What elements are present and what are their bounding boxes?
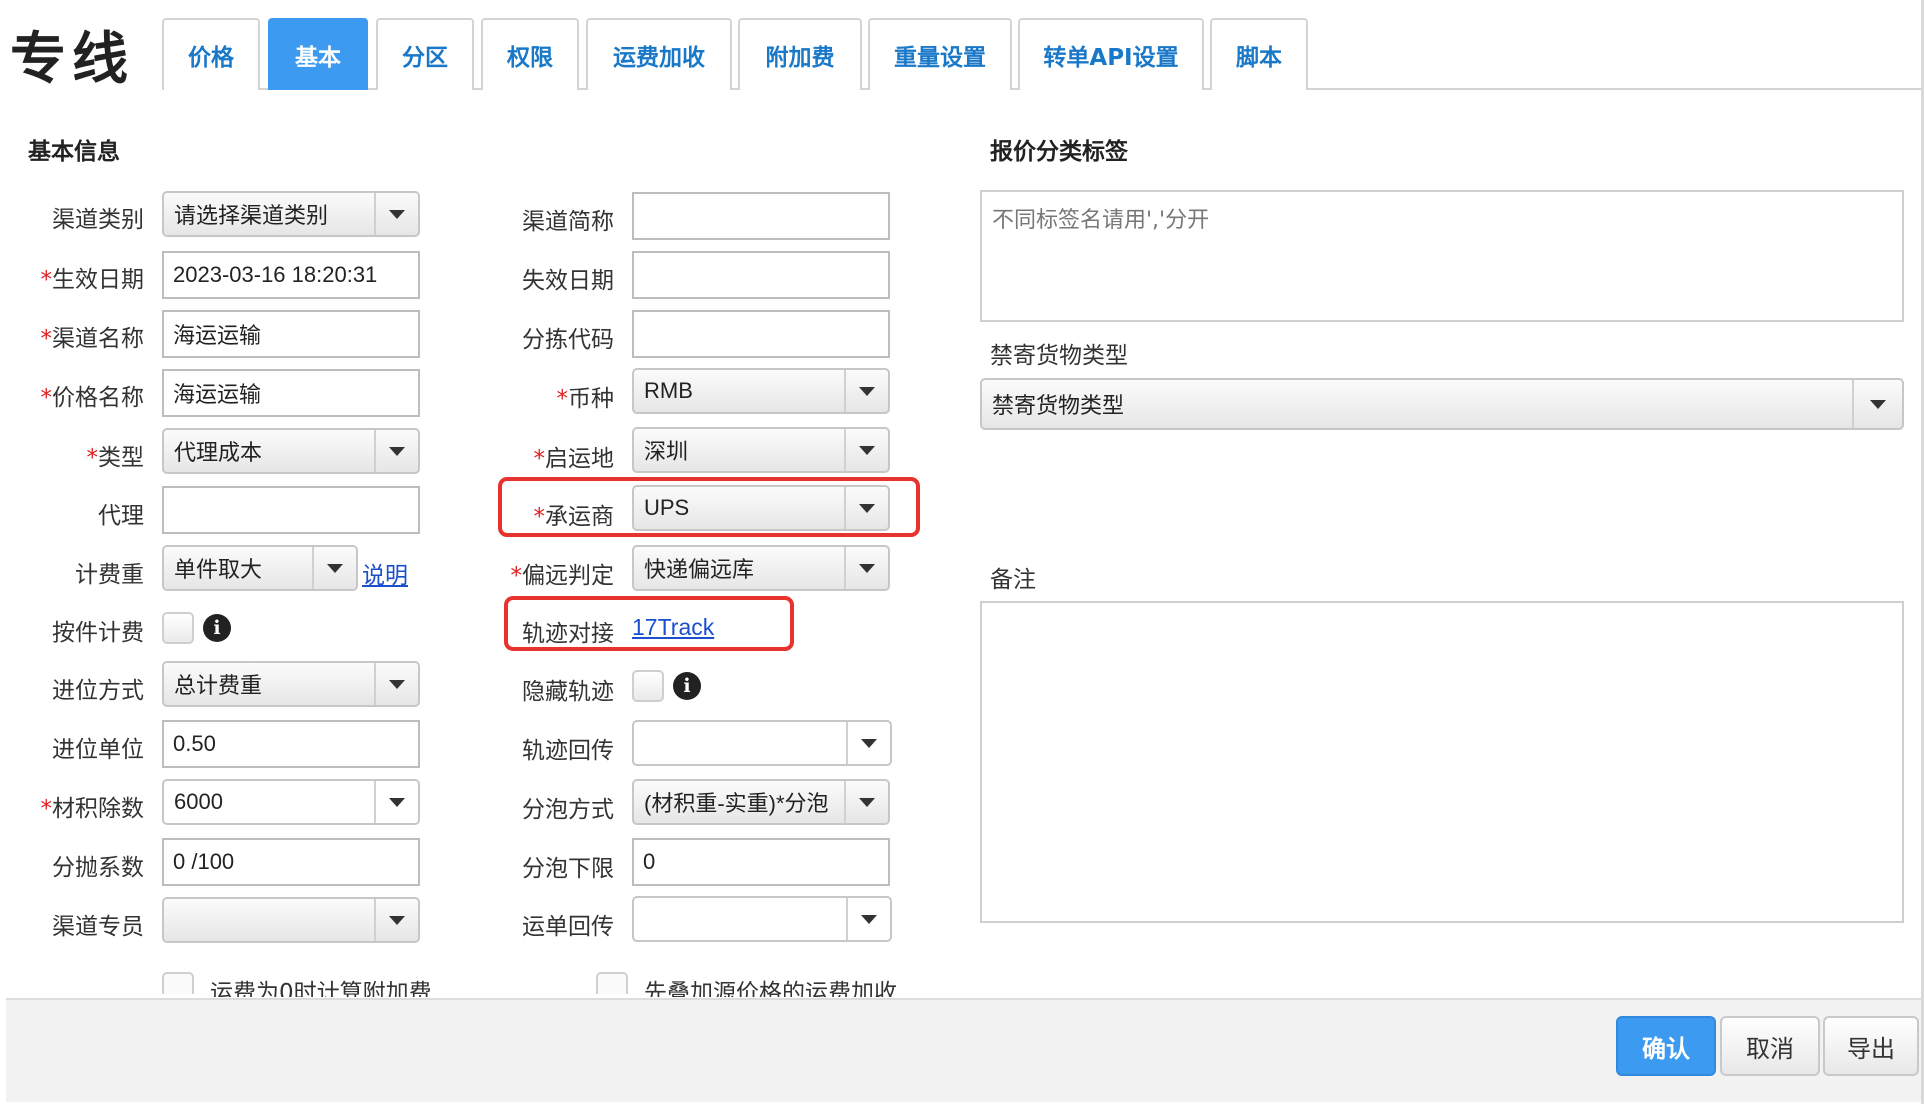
tab-additional-fee[interactable]: 附加费 xyxy=(738,18,862,90)
info-icon[interactable]: i xyxy=(673,672,701,700)
label-origin: *启运地 xyxy=(533,446,615,472)
agent-input[interactable] xyxy=(162,486,420,534)
zero-freight-checkbox[interactable] xyxy=(162,972,194,994)
chevron-down-icon xyxy=(374,430,418,472)
chevron-down-icon xyxy=(846,722,890,764)
remote-judge-select[interactable]: 快递偏远库 xyxy=(632,545,890,591)
tab-script[interactable]: 脚本 xyxy=(1210,18,1308,90)
chevron-down-icon xyxy=(374,663,418,705)
section-title-basic-info: 基本信息 xyxy=(28,139,120,165)
price-name-input[interactable]: 海运运输 xyxy=(162,369,420,417)
label-billing-weight: 计费重 xyxy=(75,562,144,588)
chevron-down-icon xyxy=(1852,380,1902,428)
cancel-button[interactable]: 取消 xyxy=(1720,1016,1820,1076)
label-tracking-return: 轨迹回传 xyxy=(522,738,614,764)
per-piece-checkbox[interactable] xyxy=(162,612,194,644)
label-remote-judge: *偏远判定 xyxy=(510,563,615,589)
chevron-down-icon xyxy=(844,370,888,412)
chevron-down-icon xyxy=(312,547,356,589)
label-price-name: *价格名称 xyxy=(40,385,145,411)
split-method-select[interactable]: (材积重-实重)*分泡 xyxy=(632,779,890,825)
tracking-link[interactable]: 17Track xyxy=(632,614,714,641)
stack-source-label: 先叠加源价格的运费加收 xyxy=(644,980,897,997)
label-type: *类型 xyxy=(86,445,145,471)
billing-weight-help-link[interactable]: 说明 xyxy=(362,556,408,590)
remark-title: 备注 xyxy=(990,567,1036,593)
split-factor-input[interactable]: 0 /100 xyxy=(162,838,420,886)
tab-price[interactable]: 价格 xyxy=(162,18,260,90)
chevron-down-icon xyxy=(844,547,888,589)
label-split-method: 分泡方式 xyxy=(522,797,614,823)
label-volume-divisor: *材积除数 xyxy=(40,796,145,822)
origin-select[interactable]: 深圳 xyxy=(632,427,890,473)
chevron-down-icon xyxy=(374,193,418,235)
tab-freight-surcharge[interactable]: 运费加收 xyxy=(586,18,732,90)
chevron-down-icon xyxy=(374,899,418,941)
volume-divisor-select[interactable]: 6000 xyxy=(162,779,420,825)
chevron-down-icon xyxy=(374,781,418,823)
page-title: 专线 xyxy=(10,26,134,92)
type-select[interactable]: 代理成本 xyxy=(162,428,420,474)
dialog-window: 专线 价格 基本 分区 权限 运费加收 附加费 重量设置 转单API设置 脚本 … xyxy=(0,0,1924,1104)
label-channel-short: 渠道简称 xyxy=(522,209,614,235)
channel-short-input[interactable] xyxy=(632,192,890,240)
billing-weight-select[interactable]: 单件取大 xyxy=(162,545,358,591)
tab-transfer-api[interactable]: 转单API设置 xyxy=(1018,18,1204,90)
rounding-unit-input[interactable]: 0.50 xyxy=(162,720,420,768)
chevron-down-icon xyxy=(844,781,888,823)
tab-zone[interactable]: 分区 xyxy=(376,18,474,90)
label-effective-date: *生效日期 xyxy=(40,267,145,293)
label-rounding-unit: 进位单位 xyxy=(52,737,144,763)
expire-date-input[interactable] xyxy=(632,251,890,299)
split-lower-input[interactable]: 0 xyxy=(632,838,890,886)
label-currency: *币种 xyxy=(556,386,615,412)
label-expire-date: 失效日期 xyxy=(522,268,614,294)
export-button[interactable]: 导出 xyxy=(1823,1016,1919,1076)
carrier-select[interactable]: UPS xyxy=(632,485,890,531)
tab-permission[interactable]: 权限 xyxy=(481,18,579,90)
remark-textarea[interactable] xyxy=(980,601,1904,923)
section-title-quote-tags: 报价分类标签 xyxy=(990,139,1128,165)
tab-bar: 价格 基本 分区 权限 运费加收 附加费 重量设置 转单API设置 脚本 xyxy=(162,18,1921,90)
tab-weight-settings[interactable]: 重量设置 xyxy=(868,18,1012,90)
hide-tracking-checkbox[interactable] xyxy=(632,670,664,702)
label-carrier: *承运商 xyxy=(533,504,615,530)
chevron-down-icon xyxy=(846,898,890,940)
info-icon[interactable]: i xyxy=(203,614,231,642)
label-channel-name: *渠道名称 xyxy=(40,326,145,352)
label-hide-tracking: 隐藏轨迹 xyxy=(522,679,614,705)
channel-staff-select[interactable] xyxy=(162,897,420,943)
zero-freight-label: 运费为0时计算附加费 xyxy=(210,980,432,997)
label-agent: 代理 xyxy=(98,503,144,529)
rounding-method-select[interactable]: 总计费重 xyxy=(162,661,420,707)
label-rounding-method: 进位方式 xyxy=(52,678,144,704)
label-waybill-return: 运单回传 xyxy=(522,914,614,940)
tab-basic[interactable]: 基本 xyxy=(268,18,368,90)
tracking-return-select[interactable] xyxy=(632,720,892,766)
label-channel-type: 渠道类别 xyxy=(52,207,144,233)
label-split-factor: 分抛系数 xyxy=(52,855,144,881)
channel-type-select[interactable]: 请选择渠道类别 xyxy=(162,191,420,237)
waybill-return-select[interactable] xyxy=(632,896,892,942)
confirm-button[interactable]: 确认 xyxy=(1616,1016,1716,1076)
sort-code-input[interactable] xyxy=(632,310,890,358)
quote-tags-textarea[interactable]: 不同标签名请用','分开 xyxy=(980,190,1904,322)
label-channel-staff: 渠道专员 xyxy=(52,914,144,940)
chevron-down-icon xyxy=(844,487,888,529)
stack-source-checkbox[interactable] xyxy=(596,972,628,994)
quote-tags-placeholder: 不同标签名请用','分开 xyxy=(992,208,1210,233)
prohibited-goods-select[interactable]: 禁寄货物类型 xyxy=(980,378,1904,430)
channel-name-input[interactable]: 海运运输 xyxy=(162,310,420,358)
label-split-lower: 分泡下限 xyxy=(522,856,614,882)
label-per-piece: 按件计费 xyxy=(52,620,144,646)
prohibited-title: 禁寄货物类型 xyxy=(990,343,1128,369)
currency-select[interactable]: RMB xyxy=(632,368,890,414)
effective-date-input[interactable]: 2023-03-16 18:20:31 xyxy=(162,251,420,299)
chevron-down-icon xyxy=(844,429,888,471)
label-sort-code: 分拣代码 xyxy=(522,327,614,353)
dialog-footer: 确认 取消 导出 xyxy=(6,998,1921,1102)
label-tracking: 轨迹对接 xyxy=(522,621,614,647)
